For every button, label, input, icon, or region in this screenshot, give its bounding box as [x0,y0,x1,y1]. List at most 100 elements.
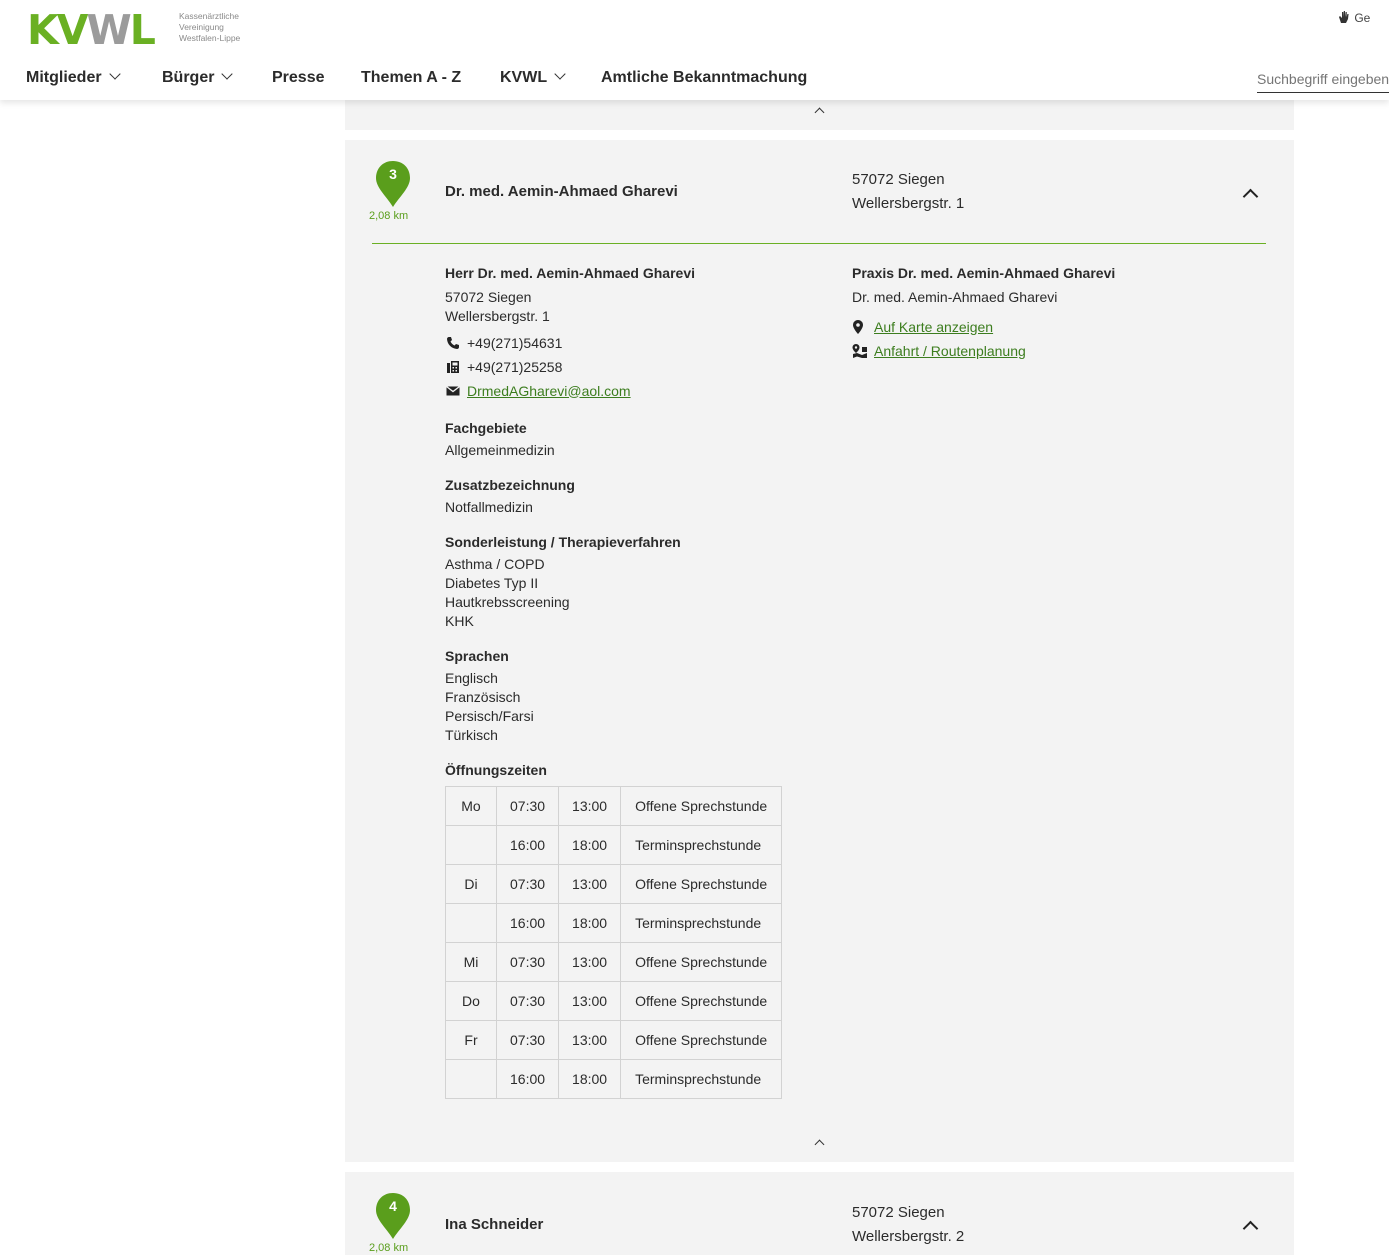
nav-item-mitglieder[interactable]: Mitglieder [26,66,121,90]
collapse-bottom-icon[interactable] [814,1139,825,1150]
hours-type-cell: Terminsprechstunde [620,1059,783,1099]
address-city: 57072 Siegen [852,1204,945,1221]
hand-icon [1337,11,1354,25]
contact-details: Herr Dr. med. Aemin-Ahmaed Gharevi 57072… [445,264,825,1099]
doctor-address: 57072 Siegen Wellersbergstr. 2 [852,1201,964,1249]
collapse-toggle-button[interactable] [1242,186,1259,205]
fax-icon [445,360,461,374]
map-link-row: Auf Karte anzeigen [852,315,1252,339]
phone-number[interactable]: +49(271)54631 [467,334,562,353]
practice-member: Dr. med. Aemin-Ahmaed Gharevi [852,289,1058,305]
logo-line: Kassenärztliche [179,11,240,21]
hours-row: 16:00 18:00 Terminsprechstunde [445,1059,783,1099]
hours-to-cell: 13:00 [558,786,622,826]
hours-day-cell: Di [445,864,497,904]
result-number: 4 [389,1198,397,1214]
hours-type-cell: Offene Sprechstunde [620,864,783,904]
email-link[interactable]: DrmedAGharevi@aol.com [467,382,631,401]
accessibility-link[interactable]: Ge [1337,10,1370,25]
nav-item-kvwl[interactable]: KVWL [500,66,566,90]
nav-item-amtliche-bekanntmachung[interactable]: Amtliche Bekanntmachung [601,66,807,90]
result-panel: 4 2,08 km Ina Schneider 57072 Siegen Wel… [345,1172,1294,1255]
hours-day-cell [445,903,497,943]
hours-from-cell: 07:30 [495,786,560,826]
collapse-icon[interactable] [814,107,825,118]
hours-row: Di 07:30 13:00 Offene Sprechstunde [445,864,783,904]
hours-row: 16:00 18:00 Terminsprechstunde [445,903,783,943]
expand-toggle-button[interactable] [1242,1218,1259,1237]
divider [372,243,1266,244]
section-title-sprachen: Sprachen [445,648,509,664]
route-icon [852,344,868,358]
map-marker-icon [852,320,864,334]
nav-item-buerger[interactable]: Bürger [162,66,234,90]
section-title-oeffnungszeiten: Öffnungszeiten [445,762,547,778]
hours-day-cell [445,1059,497,1099]
hours-day-cell: Mi [445,942,497,982]
hours-type-cell: Offene Sprechstunde [620,942,783,982]
hours-day-cell: Mo [445,786,497,826]
section-item: Französisch [445,689,521,705]
chevron-up-icon [1242,188,1259,205]
result-panel-previous [345,95,1294,130]
logo-line: Westfalen-Lippe [179,33,241,43]
hours-to-cell: 18:00 [558,1059,622,1099]
hours-from-cell: 16:00 [495,825,560,865]
hours-type-cell: Terminsprechstunde [620,903,783,943]
phone-icon [445,336,461,350]
distance-label: 2,08 km [369,210,409,222]
practice-title: Praxis Dr. med. Aemin-Ahmaed Gharevi [852,265,1116,281]
hours-row: Do 07:30 13:00 Offene Sprechstunde [445,981,783,1021]
hours-type-cell: Terminsprechstunde [620,825,783,865]
nav-label: Mitglieder [26,69,102,86]
section-item: Hautkrebsscreening [445,594,570,610]
show-on-map-link[interactable]: Auf Karte anzeigen [874,318,993,337]
section-item: KHK [445,613,474,629]
address-street: Wellersbergstr. 1 [852,195,965,212]
fax-number: +49(271)25258 [467,358,563,375]
section-item: Türkisch [445,727,498,743]
address-city: 57072 Siegen [852,171,945,188]
section-title-zusatzbezeichnung: Zusatzbezeichnung [445,477,575,493]
doctor-name[interactable]: Dr. med. Aemin-Ahmaed Gharevi [445,183,678,200]
nav-item-presse[interactable]: Presse [272,66,325,90]
hours-to-cell: 18:00 [558,825,622,865]
section-item: Allgemeinmedizin [445,442,555,458]
doctor-name[interactable]: Ina Schneider [445,1216,543,1233]
search-input[interactable] [1257,66,1389,93]
logo-subtitle: Kassenärztliche Vereinigung Westfalen-Li… [179,11,289,44]
section-title-fachgebiete: Fachgebiete [445,420,527,436]
hours-to-cell: 13:00 [558,981,622,1021]
detail-street: Wellersbergstr. 1 [445,308,550,324]
chevron-down-icon [554,68,566,80]
nav-label: Presse [272,69,325,86]
hours-from-cell: 16:00 [495,903,560,943]
hours-type-cell: Offene Sprechstunde [620,981,783,1021]
hours-type-cell: Offene Sprechstunde [620,786,783,826]
full-name: Herr Dr. med. Aemin-Ahmaed Gharevi [445,265,696,281]
mail-icon [445,385,461,397]
hours-to-cell: 13:00 [558,1020,622,1060]
doctor-address: 57072 Siegen Wellersbergstr. 1 [852,168,964,216]
chevron-down-icon [221,68,234,80]
hours-day-cell [445,825,497,865]
pin-marker-icon: 3 [375,160,411,208]
opening-hours-table: Mo 07:30 13:00 Offene Sprechstunde 16:00 18:0… [445,786,783,1099]
result-panel: 3 2,08 km Dr. med. Aemin-Ahmaed Gharevi … [345,140,1294,1162]
logo-line: Vereinigung [179,22,224,32]
detail-city: 57072 Siegen [445,289,532,305]
section-item: Asthma / COPD [445,556,545,572]
chevron-down-icon [108,68,121,80]
hours-from-cell: 07:30 [495,1020,560,1060]
route-planning-link[interactable]: Anfahrt / Routenplanung [874,342,1026,361]
site-header: KVWL Kassenärztliche Vereinigung Westfal… [0,0,1389,100]
hours-from-cell: 07:30 [495,981,560,1021]
hours-row: Fr 07:30 13:00 Offene Sprechstunde [445,1020,783,1060]
fax-row: +49(271)25258 [445,355,825,379]
section-item: Englisch [445,670,498,686]
nav-item-themen[interactable]: Themen A - Z [361,66,461,90]
contact-list: +49(271)54631 +49(271)25258 DrmedAGharev… [445,331,825,403]
logo-mark: KVWL [27,6,156,54]
pin-marker-icon: 4 [375,1192,411,1240]
hours-row: Mi 07:30 13:00 Offene Sprechstunde [445,942,783,982]
